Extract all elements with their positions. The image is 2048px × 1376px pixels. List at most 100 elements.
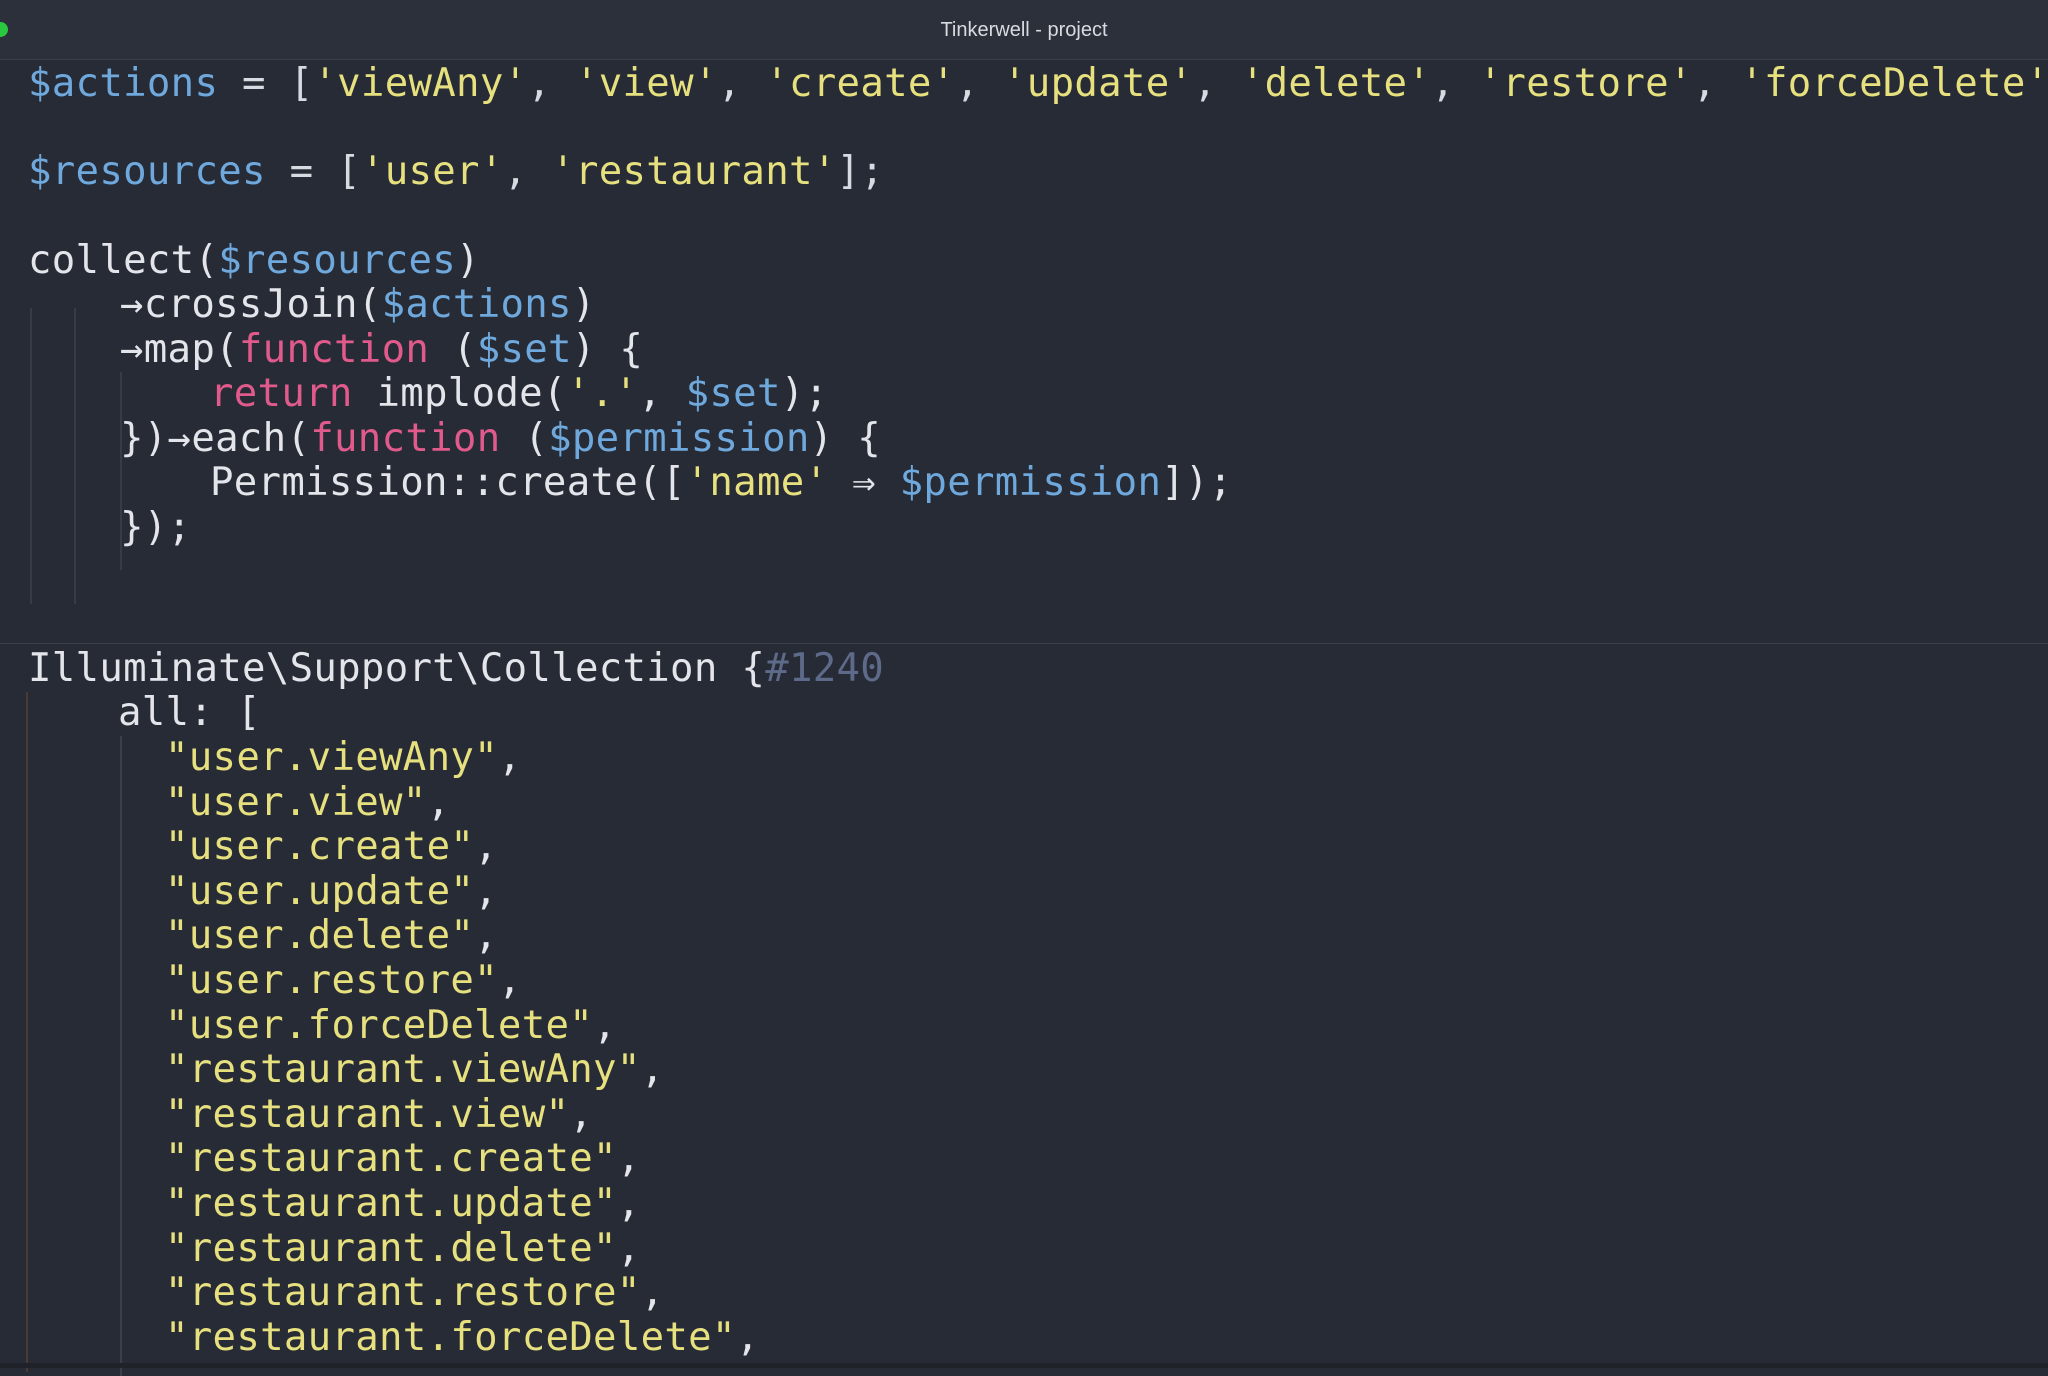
code-punctuation: ]); [1161,460,1233,505]
output-class-line: Illuminate\Support\Collection {#1240 [28,647,884,691]
output-list-item: "restaurant.delete", [165,1225,641,1271]
output-comma: , [474,824,498,870]
output-list-item: "restaurant.update", [165,1182,641,1226]
output-comma: , [616,1225,641,1271]
output-list-item: "user.view", [165,779,451,825]
code-line: collect($resources) [28,239,480,283]
output-list-item: "user.update", [165,868,498,914]
output-comma: , [497,958,522,1003]
code-operator: = [265,149,338,194]
code-string: 'delete' [1240,61,1432,106]
indent-guide [26,692,28,1372]
code-punctuation: ) [456,238,480,283]
indent-guide [30,308,32,604]
output-comma: , [426,779,451,825]
output-panel[interactable]: Illuminate\Support\Collection {#1240 all… [0,643,2048,1376]
code-punctuation: ) { [809,416,881,461]
output-comma: , [474,913,498,959]
code-variable: $actions [381,282,572,327]
code-variable: $set [685,371,781,416]
code-string: 'viewAny' [313,61,528,106]
code-string: '.' [566,371,639,416]
code-string: 'restore' [1478,61,1693,106]
code-line: $actions = ['viewAny', 'view', 'create',… [28,61,2048,106]
output-string: "restaurant.view" [165,1091,570,1137]
output-list-item: "user.create", [165,825,498,869]
code-function: Permission::create([ [210,460,686,505]
output-list-item: "restaurant.restore", [165,1271,664,1315]
code-string: 'update' [1003,61,1194,106]
code-line: return implode('.', $set); [210,371,829,416]
code-line: $resources = ['user', 'restaurant']; [28,149,885,194]
output-string: "user.restore" [165,958,498,1003]
output-string: "user.forceDelete" [165,1002,594,1048]
code-variable: $resources [28,149,266,194]
code-variable: $actions [28,61,219,106]
output-comma: , [569,1091,594,1137]
output-comma: , [593,1002,617,1048]
code-line: →map(function ($set) { [120,327,644,372]
output-string: "restaurant.create" [165,1136,617,1182]
code-line: →crossJoin($actions) [120,282,596,327]
code-function: collect( [28,238,219,283]
output-all-label: all: [ [118,691,261,735]
output-comma: , [616,1136,641,1182]
status-strip [0,1363,2048,1368]
code-variable: $set [476,327,572,372]
output-list-item: "restaurant.create", [165,1137,641,1181]
window-title: Tinkerwell - project [940,19,1108,41]
output-list-item: "restaurant.forceDelete", [165,1314,760,1360]
code-punctuation: }); [120,505,192,550]
output-all-text: all: [ [118,690,261,735]
code-operator: ⇒ [828,460,900,505]
code-string: 'user' [360,149,504,194]
output-comma: , [497,735,522,780]
code-string: 'restaurant' [551,149,837,194]
indent-guide [120,736,122,1376]
code-method: →map( [120,327,239,372]
output-string: "restaurant.viewAny" [165,1047,641,1093]
code-variable: $permission [899,460,1162,505]
output-string: "restaurant.delete" [165,1225,617,1271]
code-variable: $permission [548,416,810,461]
output-string: "user.view" [165,779,427,825]
code-string: 'forceDelete' [1740,61,2048,106]
output-string: "user.delete" [165,913,475,959]
output-string: "restaurant.update" [165,1181,617,1226]
output-string: "user.viewAny" [165,735,498,780]
output-list-item: "user.restore", [165,959,522,1003]
code-function: implode( [352,371,567,416]
code-keyword: return [210,371,353,416]
output-list-item: "user.delete", [165,914,498,958]
output-object-id: #1240 [765,646,885,691]
output-class-name: Illuminate\Support\Collection { [28,646,766,691]
output-comma: , [640,1270,665,1316]
output-comma: , [640,1047,665,1093]
code-punctuation: ); [780,371,829,416]
output-list-item: "user.forceDelete", [165,1002,617,1048]
output-comma: , [616,1181,641,1226]
output-string: "user.create" [165,824,475,870]
code-keyword: function [310,416,501,461]
code-line: }); [120,506,191,550]
code-punctuation: ) { [571,327,644,372]
code-editor[interactable]: $actions = ['viewAny', 'view', 'create',… [0,60,2048,698]
code-line: Permission::create(['name' ⇒ $permission… [210,461,1233,505]
code-string: 'create' [765,61,956,106]
code-method: →crossJoin( [120,282,382,327]
output-string: "user.update" [165,868,475,914]
code-keyword: function [238,327,430,372]
output-string: "restaurant.forceDelete" [165,1314,736,1360]
code-operator: = [218,61,290,106]
code-string: 'view' [574,61,718,106]
title-bar[interactable]: Tinkerwell - project [0,0,2048,60]
code-method: })→each( [120,416,311,461]
output-list-item: "restaurant.viewAny", [165,1048,664,1092]
output-comma: , [735,1314,760,1360]
code-variable: $resources [218,238,457,283]
indent-guide [74,308,76,604]
output-string: "restaurant.restore" [165,1270,641,1316]
output-list-item: "user.viewAny", [165,736,522,780]
output-list-item: "restaurant.view", [165,1091,594,1137]
code-line: })→each(function ($permission) { [120,416,881,461]
